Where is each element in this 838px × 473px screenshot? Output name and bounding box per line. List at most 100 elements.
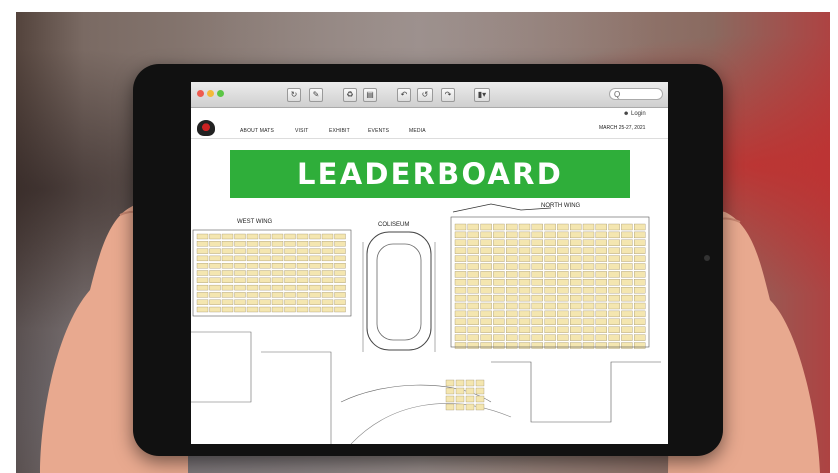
booth[interactable]	[234, 277, 246, 283]
booth[interactable]	[321, 255, 334, 262]
booth[interactable]	[467, 326, 479, 333]
booth[interactable]	[557, 271, 569, 278]
booth[interactable]	[544, 326, 556, 333]
booth[interactable]	[445, 395, 455, 403]
booth[interactable]	[334, 292, 346, 298]
booth[interactable]	[284, 241, 296, 247]
zoom-window-button[interactable]	[217, 90, 224, 97]
booth[interactable]	[209, 306, 221, 313]
booth[interactable]	[570, 279, 582, 286]
booth[interactable]	[621, 326, 633, 333]
booth[interactable]	[454, 334, 467, 341]
booth[interactable]	[557, 302, 569, 310]
booth[interactable]	[271, 284, 284, 291]
booth[interactable]	[531, 294, 543, 302]
booth[interactable]	[634, 247, 646, 254]
booth[interactable]	[196, 292, 209, 298]
booth[interactable]	[544, 318, 556, 325]
booth[interactable]	[518, 247, 531, 254]
booth[interactable]	[454, 247, 467, 254]
booth[interactable]	[621, 239, 633, 246]
booth[interactable]	[454, 310, 467, 318]
booth[interactable]	[570, 342, 582, 349]
booth[interactable]	[467, 271, 479, 278]
booth[interactable]	[582, 239, 595, 246]
booth[interactable]	[309, 241, 321, 247]
booth[interactable]	[196, 248, 209, 254]
booth[interactable]	[531, 287, 543, 294]
booth[interactable]	[570, 334, 582, 341]
booth[interactable]	[595, 302, 607, 310]
booth[interactable]	[506, 263, 518, 270]
booth[interactable]	[557, 334, 569, 341]
booth[interactable]	[608, 223, 620, 231]
booth[interactable]	[271, 248, 284, 254]
booth[interactable]	[465, 395, 475, 403]
booth[interactable]	[221, 299, 234, 305]
booth[interactable]	[570, 239, 582, 246]
booth[interactable]	[595, 271, 607, 278]
booth[interactable]	[467, 334, 479, 341]
booth[interactable]	[334, 306, 346, 313]
booth[interactable]	[634, 287, 646, 294]
booth[interactable]	[506, 223, 518, 231]
booth[interactable]	[493, 271, 505, 278]
booth[interactable]	[196, 277, 209, 283]
booth[interactable]	[334, 263, 346, 269]
booth[interactable]	[455, 395, 465, 403]
booth[interactable]	[221, 241, 234, 247]
booth[interactable]	[234, 233, 246, 240]
booth[interactable]	[480, 294, 492, 302]
booth[interactable]	[467, 263, 479, 270]
booth[interactable]	[506, 271, 518, 278]
booth[interactable]	[531, 279, 543, 286]
booth[interactable]	[271, 306, 284, 313]
booth[interactable]	[557, 255, 569, 262]
booth[interactable]	[334, 270, 346, 276]
booth[interactable]	[196, 270, 209, 276]
booth[interactable]	[544, 263, 556, 270]
booth[interactable]	[309, 270, 321, 276]
booth[interactable]	[570, 271, 582, 278]
booth[interactable]	[246, 292, 259, 298]
booth[interactable]	[493, 310, 505, 318]
booth[interactable]	[570, 310, 582, 318]
booth[interactable]	[531, 231, 543, 239]
booth[interactable]	[557, 342, 569, 349]
booth[interactable]	[209, 299, 221, 305]
booth[interactable]	[518, 255, 531, 262]
booth[interactable]	[518, 334, 531, 341]
booth[interactable]	[570, 302, 582, 310]
booth[interactable]	[531, 326, 543, 333]
booth[interactable]	[284, 299, 296, 305]
forward-icon[interactable]: ↷	[441, 88, 455, 102]
booth[interactable]	[634, 294, 646, 302]
booth[interactable]	[582, 310, 595, 318]
booth[interactable]	[196, 233, 209, 240]
booth[interactable]	[309, 292, 321, 298]
booth[interactable]	[621, 294, 633, 302]
booth[interactable]	[634, 342, 646, 349]
booth[interactable]	[582, 263, 595, 270]
booth[interactable]	[582, 294, 595, 302]
booth[interactable]	[296, 255, 309, 262]
booth[interactable]	[544, 247, 556, 254]
booth[interactable]	[595, 239, 607, 246]
booth[interactable]	[209, 292, 221, 298]
booth[interactable]	[531, 223, 543, 231]
booth[interactable]	[493, 255, 505, 262]
booth[interactable]	[454, 239, 467, 246]
booth[interactable]	[570, 318, 582, 325]
booth[interactable]	[621, 247, 633, 254]
booth[interactable]	[259, 306, 271, 313]
booth[interactable]	[334, 233, 346, 240]
nav-item-about[interactable]: ABOUT MATS	[240, 128, 274, 134]
booth[interactable]	[296, 263, 309, 269]
booth[interactable]	[506, 287, 518, 294]
booth[interactable]	[246, 306, 259, 313]
booth[interactable]	[209, 263, 221, 269]
booth[interactable]	[246, 263, 259, 269]
booth[interactable]	[454, 279, 467, 286]
booth[interactable]	[506, 334, 518, 341]
booth[interactable]	[518, 239, 531, 246]
